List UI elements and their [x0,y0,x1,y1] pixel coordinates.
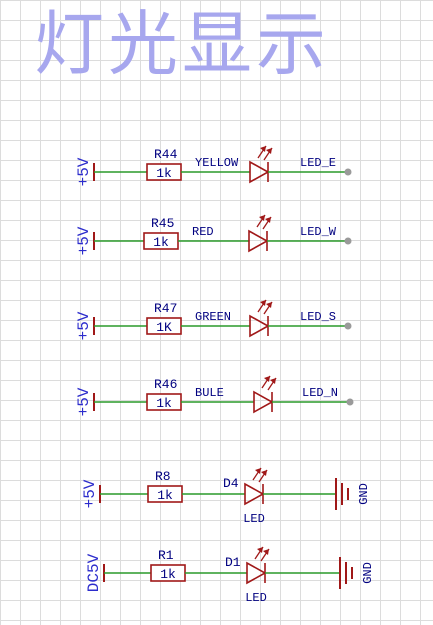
ground-label: GND [357,483,371,505]
resistor-value: 1k [157,488,173,503]
power-label: +5V [75,387,93,416]
led-symbol [253,390,274,414]
led-symbol [244,482,265,506]
led-symbol [248,229,269,253]
circuit-row: +5V 1k R44 YELLOW LED_E [75,145,352,186]
resistor-value: 1k [156,396,172,411]
net-label: YELLOW [195,156,239,170]
net-label: LED_W [300,225,337,239]
resistor-ref: R8 [155,469,171,484]
net-label: LED_E [300,156,336,170]
resistor-ref: R1 [158,548,174,563]
led-symbol [249,160,270,184]
net-terminal [346,398,354,406]
net-label: LED_S [300,310,336,324]
led-symbol [249,314,270,338]
net-label: BULE [195,386,224,400]
net-label: LED_N [302,386,338,400]
led-value: LED [243,512,265,526]
resistor-value: 1k [156,166,172,181]
led-ref: D1 [225,555,241,570]
resistor-ref: R44 [154,147,178,162]
led-value: LED [245,591,267,605]
net-terminal [344,168,352,176]
schematic: +5V 1k R44 YELLOW LED_E +5V 1k R45 RED LED_W +5V 1K… [75,145,375,605]
resistor-value: 1k [153,235,169,250]
resistor-value: 1k [160,567,176,582]
resistor-value: 1K [156,320,172,335]
led-ref: D4 [223,476,239,491]
circuit-row: +5V 1k R45 RED LED_W [75,214,352,255]
power-label: DC5V [85,553,103,592]
circuit-row: DC5V 1k R1 D1 LED GND [85,546,375,605]
circuit-row: +5V 1k R8 D4 LED GND [81,467,371,526]
circuit-row: +5V 1K R47 GREEN LED_S [75,299,352,340]
led-symbol [246,561,267,585]
power-label: +5V [81,479,99,508]
resistor-ref: R47 [154,301,177,316]
circuit-row: +5V 1k R46 BULE LED_N [75,375,354,416]
ground-label: GND [361,562,375,584]
net-label: RED [192,225,214,239]
resistor-ref: R46 [154,377,177,392]
power-label: +5V [75,311,93,340]
net-label: GREEN [195,310,231,324]
power-label: +5V [75,157,93,186]
power-label: +5V [75,226,93,255]
net-terminal [344,322,352,330]
schematic-canvas: 灯光显示 +5V 1k R44 YELLOW LED_E +5V 1k R45 RED LED_W… [0,0,433,625]
resistor-ref: R45 [151,216,174,231]
net-terminal [344,237,352,245]
